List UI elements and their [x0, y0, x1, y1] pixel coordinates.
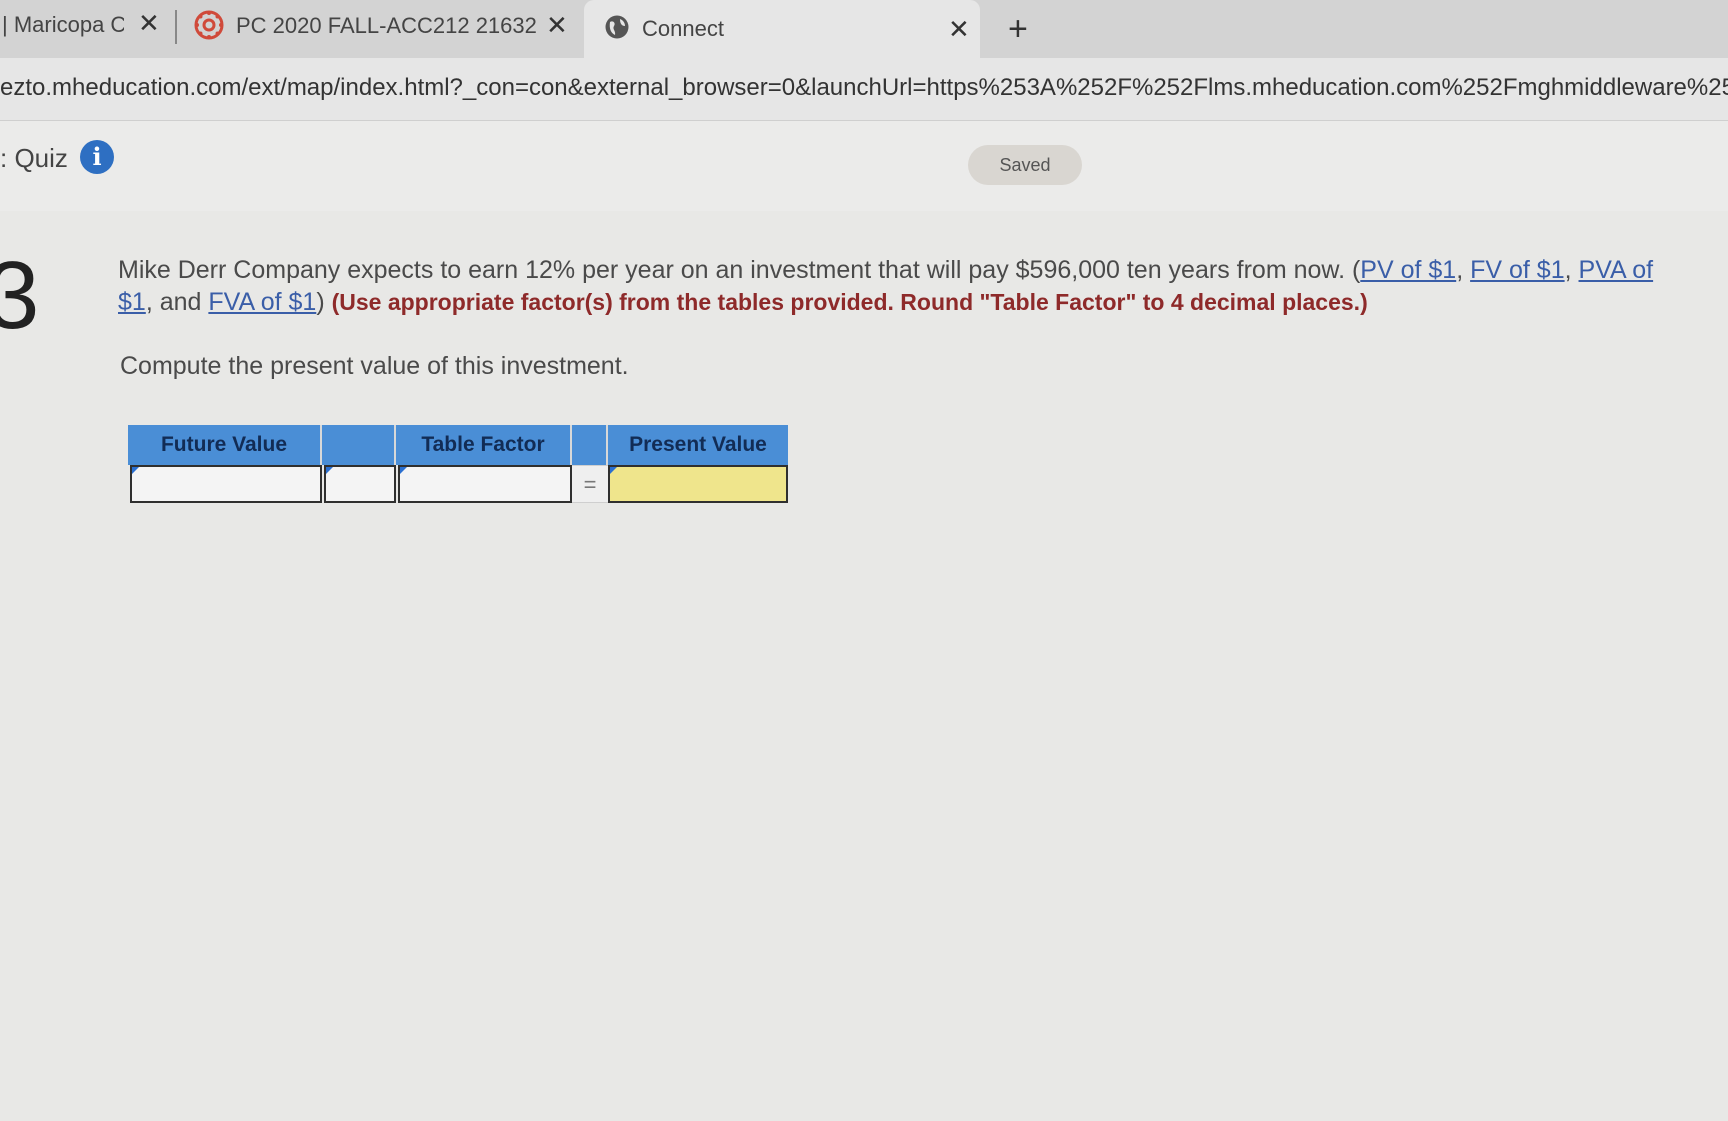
saved-status-badge: Saved [968, 145, 1082, 185]
question-instruction: (Use appropriate factor(s) from the tabl… [331, 289, 1368, 315]
question-prompt: Compute the present value of this invest… [120, 352, 629, 380]
quiz-header: : Quiz i Saved [0, 121, 1728, 211]
header-future-value: Future Value [128, 425, 322, 465]
header-present-value: Present Value [608, 425, 788, 465]
input-marker-icon [610, 467, 617, 474]
quiz-title: : Quiz [0, 143, 68, 173]
globe-icon [604, 14, 630, 46]
input-marker-icon [400, 467, 407, 474]
url-text[interactable]: ezto.mheducation.com/ext/map/index.html?… [0, 74, 1728, 102]
page: | Maricopa Cc ✕ PC 2020 FALL-ACC212 2163… [0, 0, 1728, 1121]
tab-maricopa[interactable]: | Maricopa Cc ✕ [0, 0, 170, 54]
link-separator: , and [145, 288, 209, 316]
question-text: Mike Derr Company expects to earn 12% pe… [118, 254, 1688, 318]
future-value-input[interactable] [130, 465, 322, 503]
close-icon[interactable]: ✕ [138, 10, 160, 36]
link-fv-of-1[interactable]: FV of $1 [1470, 256, 1565, 284]
input-marker-icon [132, 467, 139, 474]
tab-title: PC 2020 FALL-ACC212 21632 [236, 13, 537, 38]
new-tab-button[interactable]: + [1008, 12, 1028, 46]
input-marker-icon [326, 467, 333, 474]
table-factor-input[interactable] [398, 465, 572, 503]
tab-title: | Maricopa Cc [2, 12, 124, 37]
link-separator: , [1456, 256, 1471, 284]
tab-separator [175, 10, 177, 44]
close-icon[interactable]: ✕ [546, 12, 568, 38]
close-icon[interactable]: ✕ [948, 16, 970, 42]
header-operator [322, 425, 396, 465]
link-close-paren: ) [316, 288, 325, 316]
present-value-table: Future Value Table Factor Present Value … [128, 425, 854, 505]
tab-connect[interactable]: Connect ✕ [584, 0, 980, 58]
question-lead: Mike Derr Company expects to earn 12% pe… [118, 256, 1361, 284]
present-value-input[interactable] [608, 465, 788, 503]
header-table-factor: Table Factor [396, 425, 572, 465]
tab-title: Connect [642, 16, 724, 41]
browser-tab-strip: | Maricopa Cc ✕ PC 2020 FALL-ACC212 2163… [0, 0, 1728, 58]
link-pv-of-1[interactable]: PV of $1 [1360, 256, 1456, 284]
link-separator: , [1564, 256, 1579, 284]
info-icon[interactable]: i [80, 140, 114, 174]
question-number: 3 [0, 242, 40, 349]
header-equals [572, 425, 608, 465]
equals-sign: = [572, 465, 608, 503]
operator-dropdown[interactable] [324, 465, 396, 503]
canvas-logo-icon [194, 10, 224, 46]
address-bar[interactable]: ezto.mheducation.com/ext/map/index.html?… [0, 58, 1728, 121]
link-fva-of-1[interactable]: FVA of $1 [208, 288, 316, 316]
tab-course[interactable]: PC 2020 FALL-ACC212 21632 ✕ [180, 0, 580, 54]
